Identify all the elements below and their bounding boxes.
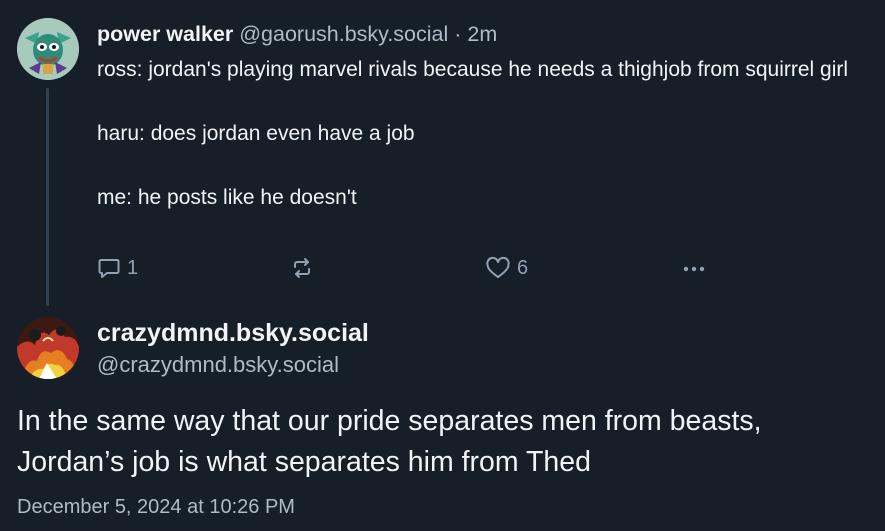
reply-post[interactable]: power walker @gaorush.bsky.social · 2m r… — [97, 20, 867, 214]
author-display-name[interactable]: crazydmnd.bsky.social — [97, 318, 369, 348]
more-options-button[interactable] — [681, 256, 707, 280]
avatar-crazydmnd[interactable] — [17, 317, 79, 379]
post-body-line: In the same way that our pride separates… — [17, 405, 762, 437]
post-actions: 1 6 — [97, 256, 717, 286]
post-timestamp[interactable]: December 5, 2024 at 10:26 PM — [17, 494, 295, 520]
heart-icon — [486, 256, 510, 278]
author-handle[interactable]: @gaorush.bsky.social — [239, 22, 448, 46]
post-body: ross: jordan's playing marvel rivals bec… — [97, 54, 867, 214]
post-body-line: me: he posts like he doesn't — [97, 186, 357, 209]
author-display-name[interactable]: power walker — [97, 22, 233, 46]
post-body-line: haru: does jordan even have a job — [97, 122, 415, 145]
fiery-artwork-avatar-icon — [17, 317, 79, 379]
like-button[interactable]: 6 — [485, 256, 528, 280]
repost-arrows-icon — [294, 258, 310, 278]
post-body-line: ross: jordan's playing marvel rivals bec… — [97, 58, 849, 81]
avatar-power-walker[interactable] — [17, 18, 79, 80]
main-post-body: In the same way that our pride separates… — [17, 401, 877, 483]
reply-count: 1 — [127, 256, 139, 279]
thread-connector-line — [46, 88, 49, 306]
post-meta: power walker @gaorush.bsky.social · 2m — [97, 20, 867, 48]
like-count: 6 — [517, 256, 529, 279]
speech-bubble-icon — [98, 259, 120, 278]
post-body-line: Jordan’s job is what separates him from … — [17, 446, 591, 478]
post-time-ago[interactable]: 2m — [467, 22, 497, 46]
ellipsis-icon — [683, 266, 705, 272]
meta-separator: · — [454, 22, 462, 46]
cartoon-character-avatar-icon — [17, 18, 79, 80]
repost-button[interactable] — [290, 256, 320, 280]
reply-button[interactable]: 1 — [97, 256, 138, 280]
main-post-header: crazydmnd.bsky.social @crazydmnd.bsky.so… — [97, 318, 369, 380]
author-handle[interactable]: @crazydmnd.bsky.social — [97, 350, 369, 380]
